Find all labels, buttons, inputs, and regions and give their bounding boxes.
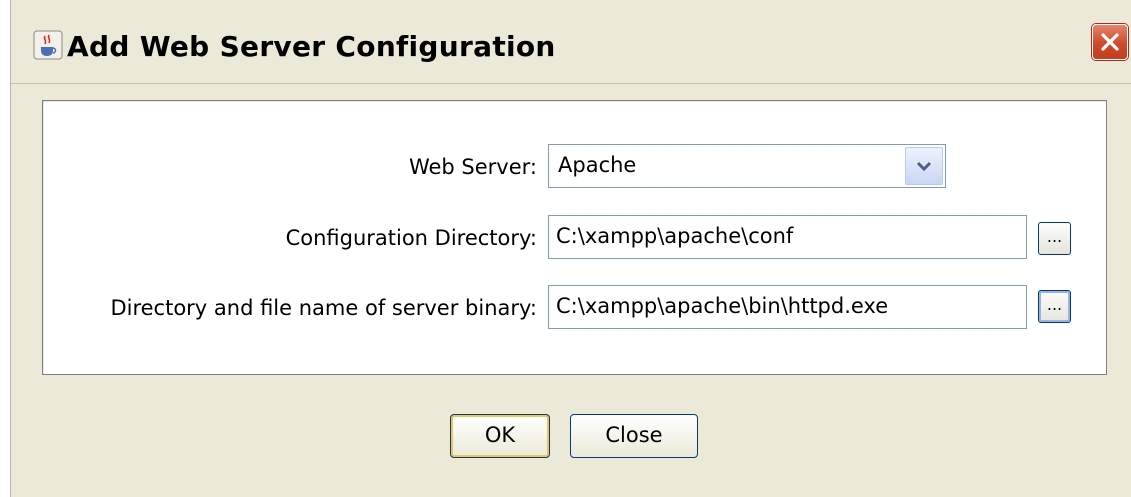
dialog-window: Add Web Server Configuration Web Server:… [10,0,1131,497]
dropdown-arrow-button[interactable] [905,147,943,185]
close-button[interactable]: Close [570,414,698,458]
web-server-label: Web Server: [408,155,537,179]
ellipsis-icon: ... [1046,227,1063,246]
close-x-icon [1101,33,1119,51]
config-panel: Web Server: Apache Configuration Directo… [42,100,1107,375]
config-dir-browse-button[interactable]: ... [1038,222,1071,255]
window-title: Add Web Server Configuration [67,30,556,63]
config-dir-value: C:\xampp\apache\conf [556,224,794,248]
web-server-select[interactable]: Apache [548,144,946,188]
ellipsis-icon: ... [1046,295,1063,314]
server-binary-label: Directory and file name of server binary… [110,296,537,320]
title-bar[interactable]: Add Web Server Configuration [11,0,1131,84]
server-binary-value: C:\xampp\apache\bin\httpd.exe [556,294,889,318]
config-dir-label: Configuration Directory: [285,226,537,250]
config-dir-field[interactable]: C:\xampp\apache\conf [548,215,1027,259]
close-window-button[interactable] [1092,24,1128,60]
server-binary-browse-button[interactable]: ... [1038,290,1071,323]
ok-button[interactable]: OK [450,414,550,458]
chevron-down-icon [916,161,932,172]
web-server-selected-value: Apache [558,153,637,177]
server-binary-field[interactable]: C:\xampp\apache\bin\httpd.exe [548,285,1027,329]
java-cup-icon [33,30,63,60]
